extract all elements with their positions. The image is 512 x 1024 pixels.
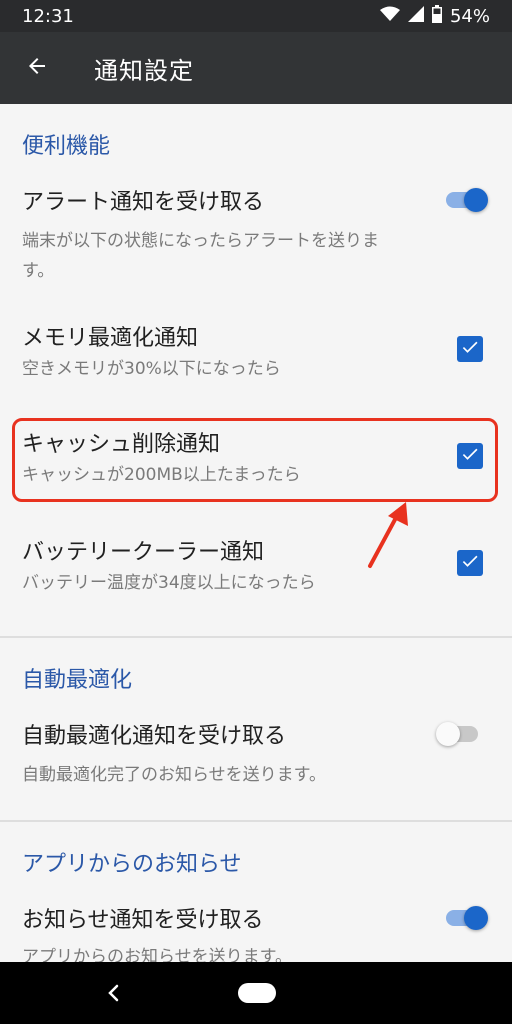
- alert-toggle[interactable]: [446, 186, 490, 214]
- check-icon: [460, 337, 480, 361]
- auto-optimize-toggle[interactable]: [436, 720, 482, 748]
- item-title: お知らせ通知を受け取る: [22, 908, 264, 933]
- toggle-thumb: [436, 722, 460, 746]
- battery-icon: [431, 4, 442, 28]
- divider: [0, 636, 512, 638]
- settings-list[interactable]: 便利機能 アラート通知を受け取る 端末が以下の状態になったらアラートを送りま す…: [0, 104, 512, 962]
- memory-checkbox[interactable]: [457, 336, 483, 362]
- navigation-bar: [0, 962, 512, 1024]
- back-button[interactable]: [0, 32, 74, 104]
- arrow-left-icon: [25, 54, 49, 82]
- section-header-app-news: アプリからのお知らせ: [22, 852, 242, 877]
- check-icon: [460, 551, 480, 575]
- item-subtitle: 空きメモリが30%以下になったら: [22, 359, 281, 379]
- item-subtitle: バッテリー温度が34度以上になったら: [22, 573, 316, 593]
- item-subtitle: 端末が以下の状態になったらアラートを送りま: [22, 231, 379, 251]
- app-bar: 通知設定: [0, 32, 512, 104]
- section-header-convenience: 便利機能: [22, 134, 111, 159]
- wifi-icon: [379, 6, 400, 27]
- app-news-toggle[interactable]: [446, 904, 490, 932]
- status-icons: 54%: [379, 4, 490, 28]
- arrow-annotation-icon: [360, 502, 412, 578]
- highlight-box: [12, 418, 498, 502]
- item-subtitle: アプリからのお知らせを送ります。: [22, 947, 292, 962]
- signal-icon: [407, 5, 424, 27]
- toggle-thumb: [464, 906, 488, 930]
- item-subtitle: す。: [22, 261, 55, 281]
- divider: [0, 820, 512, 822]
- battery-percent: 54%: [449, 5, 490, 27]
- battery-checkbox[interactable]: [457, 550, 483, 576]
- item-title: バッテリークーラー通知: [22, 540, 265, 565]
- item-title: 自動最適化通知を受け取る: [22, 724, 287, 749]
- item-title: メモリ最適化通知: [22, 326, 199, 351]
- nav-home-pill[interactable]: [238, 983, 276, 1003]
- nav-back-icon[interactable]: [104, 980, 124, 1006]
- item-title: アラート通知を受け取る: [22, 190, 265, 215]
- section-header-auto-optimize: 自動最適化: [22, 668, 133, 693]
- status-time: 12:31: [22, 5, 74, 27]
- status-bar: 12:31 54%: [0, 0, 512, 32]
- page-title: 通知設定: [94, 56, 194, 85]
- item-subtitle: 自動最適化完了のお知らせを送ります。: [22, 765, 326, 785]
- toggle-thumb: [464, 188, 488, 212]
